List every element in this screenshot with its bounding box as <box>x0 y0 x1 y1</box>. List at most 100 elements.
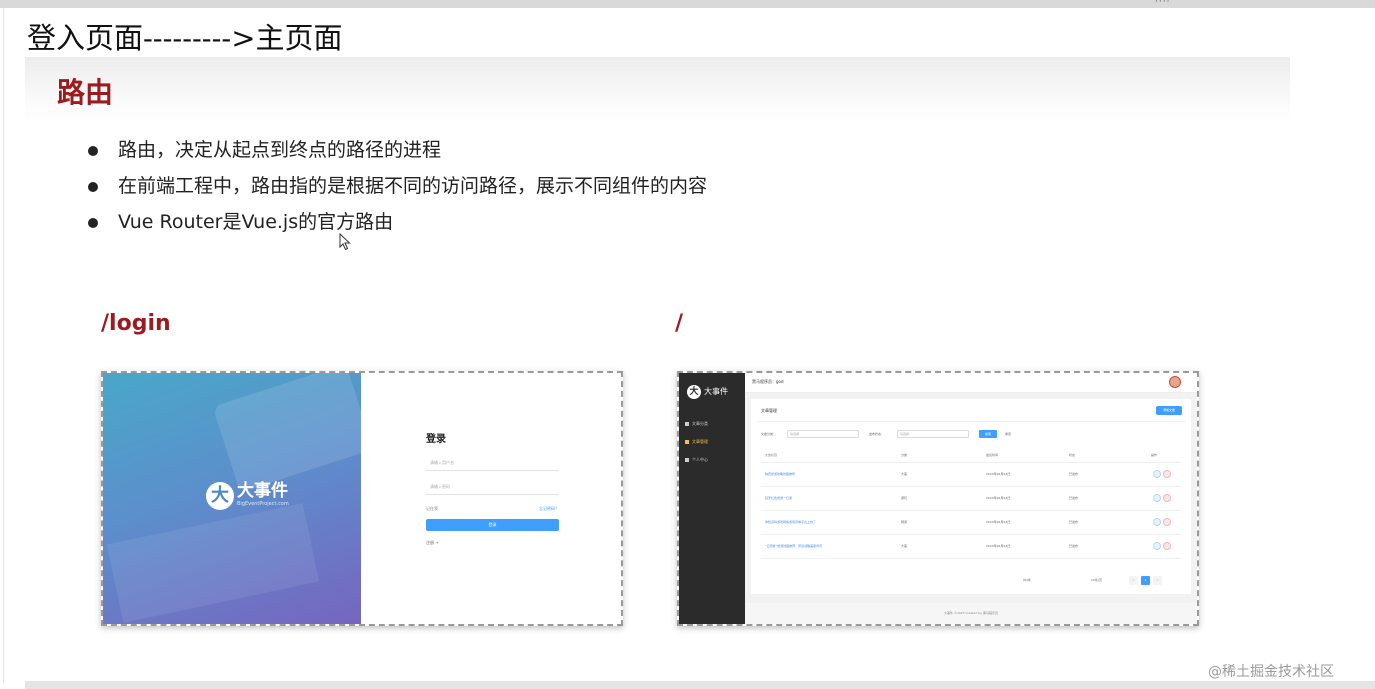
forgot-password-link[interactable]: 忘记密码？ <box>539 505 559 513</box>
edit-icon[interactable] <box>1153 494 1161 502</box>
article-title-link[interactable]: “云南游”旅游线路推荐，带您领略美丽风景 <box>765 544 822 549</box>
bullet-item: 路由，决定从起点到终点的路径的进程 <box>88 137 888 173</box>
slide-title: 路由 <box>57 76 114 109</box>
slide: 路由 路由，决定从起点到终点的路径的进程 在前端工程中，路由指的是根据不同的访问… <box>25 57 1290 677</box>
main-page-screenshot: 大 大事件 文章分类 文章管理 个人中心 黑马程序员：god 文章管理 添加文章… <box>677 371 1199 626</box>
logo-text: 大事件 <box>237 481 288 501</box>
edit-icon[interactable] <box>1153 518 1161 526</box>
table-header: 文章标题 分类 发表时间 状态 操作 <box>761 449 1181 463</box>
next-page-icon[interactable]: › <box>1153 576 1162 585</box>
pager-size-select[interactable]: 10条/页 <box>1091 575 1102 585</box>
login-page-screenshot: 大 大事件 BigEventProject.com 登录 请输入用户名 请输入密… <box>101 371 623 626</box>
pager-current[interactable]: 1 <box>1141 576 1150 585</box>
article-category: 网游 <box>901 520 908 524</box>
left-edge-divider <box>3 8 4 683</box>
article-date: 2023年09月03日 <box>986 544 1011 548</box>
delete-icon[interactable] <box>1163 470 1171 478</box>
slide-header: 路由 <box>25 57 1290 122</box>
article-title-link[interactable]: 你知道吗游戏网络游戏问卷平台上线了 <box>765 520 816 525</box>
login-button[interactable]: 登录 <box>426 519 559 531</box>
drag-handle-icon[interactable]: ···· <box>1155 0 1179 7</box>
column-header: 操作 <box>1151 453 1158 457</box>
bullet-dot-icon <box>88 146 98 156</box>
article-title-link[interactable]: 陕西旅游攻略线路推荐 <box>765 472 795 477</box>
username-field[interactable]: 请输入用户名 <box>426 457 559 471</box>
filter-category-select[interactable]: 请选择 <box>787 430 859 438</box>
article-state: 已发布 <box>1069 520 1079 524</box>
add-article-button[interactable]: 添加文章 <box>1156 406 1182 415</box>
main-footer: 大事件 ©2023 Created by 黑马程序员 <box>745 603 1197 624</box>
article-category: 大事 <box>901 472 908 476</box>
table-row: 延安红色旅游一日游 游玩 2023年09月03日 已发布 <box>761 487 1181 511</box>
bullet-text: 在前端工程中，路由指的是根据不同的访问路径，展示不同组件的内容 <box>118 175 708 197</box>
filter-state-select[interactable]: 请选择 <box>897 430 969 438</box>
logo-icon: 大 <box>206 482 234 510</box>
sidebar-item-label: 文章分类 <box>692 421 708 426</box>
article-date: 2023年09月03日 <box>986 472 1011 476</box>
column-header: 分类 <box>901 453 908 457</box>
bullet-dot-icon <box>88 218 98 228</box>
bullet-text: Vue Router是Vue.js的官方路由 <box>118 211 394 233</box>
pager-total: 共4条 <box>1023 578 1031 582</box>
sidebar-item-label: 文章管理 <box>692 439 708 444</box>
user-icon <box>685 458 689 462</box>
delete-icon[interactable] <box>1163 542 1171 550</box>
logo-subtitle: BigEventProject.com <box>237 501 289 507</box>
card-divider <box>757 421 1185 422</box>
login-banner: 大 大事件 BigEventProject.com <box>103 373 374 624</box>
login-route-label: /login <box>101 311 171 336</box>
table-row: 你知道吗游戏网络游戏问卷平台上线了 网游 2023年09月03日 已发布 <box>761 511 1181 535</box>
bullet-dot-icon <box>88 182 98 192</box>
delete-icon[interactable] <box>1163 494 1171 502</box>
bottom-bar <box>25 681 1375 689</box>
login-form-title: 登录 <box>426 434 446 445</box>
watermark: @稀土掘金技术社区 <box>1208 664 1334 680</box>
bullet-item: Vue Router是Vue.js的官方路由 <box>88 209 888 245</box>
login-form: 登录 请输入用户名 请输入密码 记住我 忘记密码？ 登录 注册 → <box>426 433 559 547</box>
pagination: 共4条 10条/页 ‹ 1 › <box>1021 575 1181 585</box>
sidebar-item-label: 个人中心 <box>692 457 708 462</box>
prev-page-icon[interactable]: ‹ <box>1129 576 1138 585</box>
search-button[interactable]: 搜索 <box>979 430 997 438</box>
sidebar-item-articles[interactable]: 文章管理 <box>685 437 741 447</box>
page-heading: 登入页面--------->主页面 <box>27 21 343 55</box>
article-state: 已发布 <box>1069 544 1079 548</box>
register-link[interactable]: 注册 → <box>426 539 559 547</box>
bullet-list: 路由，决定从起点到终点的路径的进程 在前端工程中，路由指的是根据不同的访问路径，… <box>88 137 888 245</box>
password-field[interactable]: 请输入密码 <box>426 481 559 495</box>
sidebar: 大 大事件 文章分类 文章管理 个人中心 <box>679 373 745 624</box>
menu-icon <box>685 440 689 444</box>
article-date: 2023年09月03日 <box>986 520 1011 524</box>
sidebar-logo-text: 大事件 <box>704 387 728 396</box>
edit-icon[interactable] <box>1153 542 1161 550</box>
sidebar-item-user[interactable]: 个人中心 <box>685 455 741 465</box>
bullet-item: 在前端工程中，路由指的是根据不同的访问路径，展示不同组件的内容 <box>88 173 888 209</box>
edit-icon[interactable] <box>1153 470 1161 478</box>
banner-decoration <box>212 373 374 493</box>
article-title-link[interactable]: 延安红色旅游一日游 <box>765 496 792 501</box>
filter-category-label: 文章分类： <box>761 432 777 436</box>
banner-decoration <box>106 503 320 623</box>
table-row: “云南游”旅游线路推荐，带您领略美丽风景 大事 2023年09月03日 已发布 <box>761 535 1181 559</box>
logo-icon: 大 <box>687 385 701 399</box>
delete-icon[interactable] <box>1163 518 1171 526</box>
mouse-cursor-icon <box>339 233 351 251</box>
card-title: 文章管理 <box>761 408 777 413</box>
article-table: 文章标题 分类 发表时间 状态 操作 陕西旅游攻略线路推荐 大事 2023年09… <box>761 449 1181 559</box>
article-state: 已发布 <box>1069 496 1079 500</box>
greeting-text: 黑马程序员：god <box>752 379 784 384</box>
article-state: 已发布 <box>1069 472 1079 476</box>
article-card: 文章管理 添加文章 文章分类： 请选择 发布状态： 请选择 搜索 重置 文章标题… <box>751 399 1191 594</box>
avatar[interactable] <box>1169 376 1181 388</box>
main-route-label: / <box>675 311 684 336</box>
column-header: 发表时间 <box>986 453 999 457</box>
bullet-text: 路由，决定从起点到终点的路径的进程 <box>118 139 442 161</box>
main-header: 黑马程序员：god <box>745 373 1197 393</box>
table-row: 陕西旅游攻略线路推荐 大事 2023年09月03日 已发布 <box>761 463 1181 487</box>
sidebar-item-category[interactable]: 文章分类 <box>685 419 741 429</box>
reset-button[interactable]: 重置 <box>1005 430 1011 438</box>
login-options-row: 记住我 忘记密码？ <box>426 505 559 513</box>
article-category: 大事 <box>901 544 908 548</box>
column-header: 状态 <box>1069 453 1076 457</box>
remember-checkbox[interactable]: 记住我 <box>426 505 438 513</box>
